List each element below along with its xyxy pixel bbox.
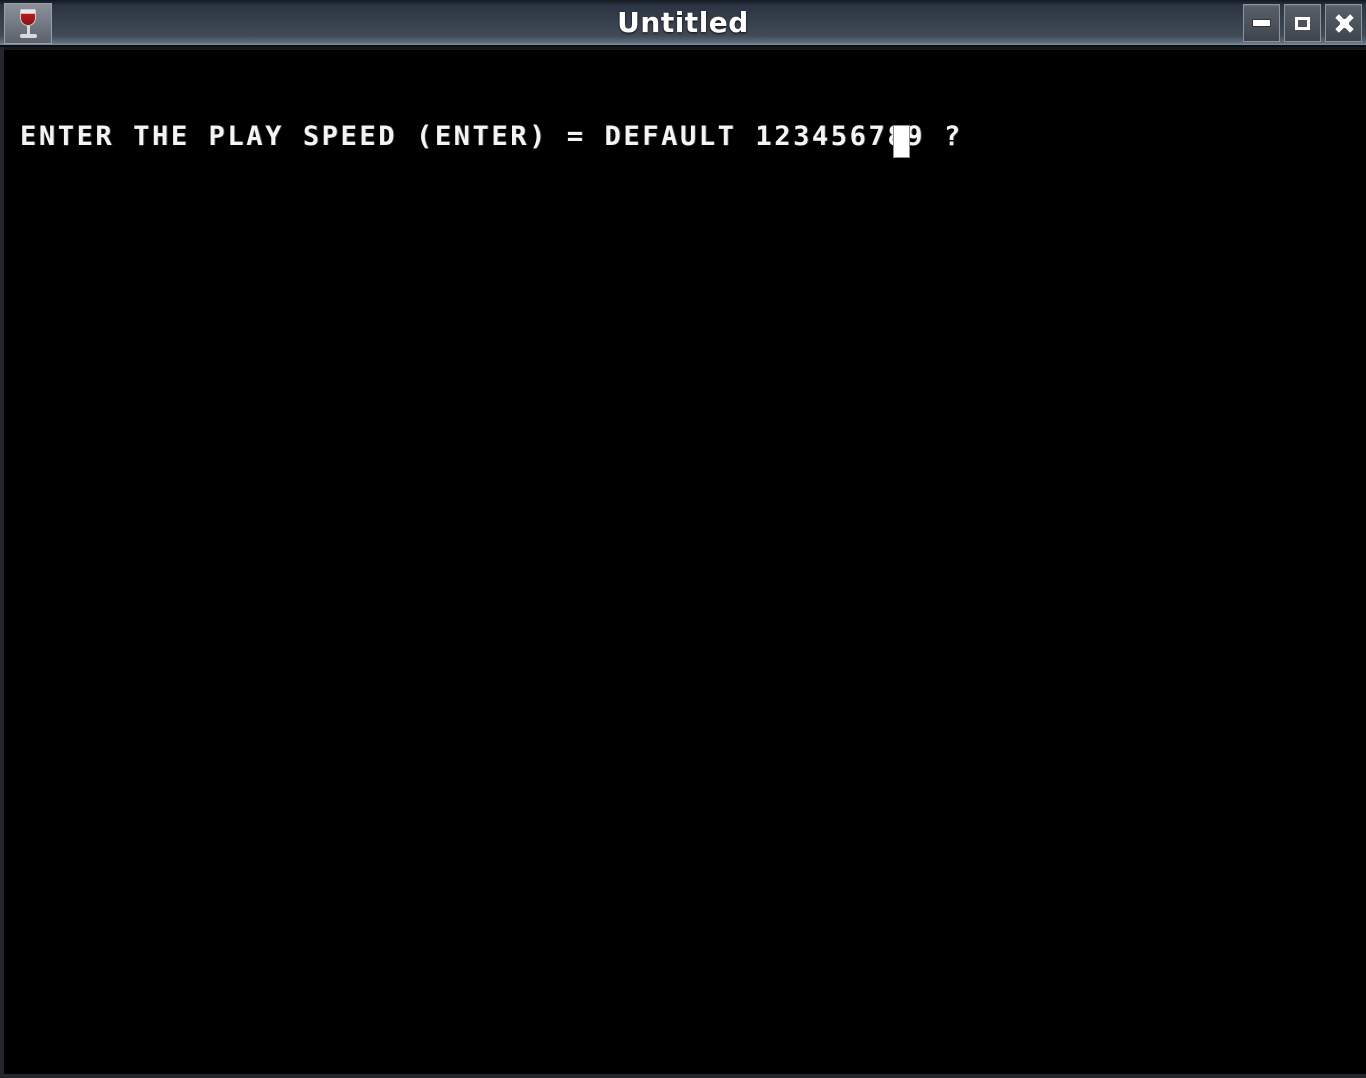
minimize-icon: [1253, 20, 1270, 26]
minimize-button[interactable]: [1243, 4, 1280, 42]
window-controls: [1243, 4, 1362, 42]
close-button[interactable]: [1325, 4, 1362, 42]
console-prompt-line: ENTER THE PLAY SPEED (ENTER) = DEFAULT 1…: [20, 121, 982, 152]
maximize-button[interactable]: [1284, 4, 1321, 42]
console-client-area[interactable]: ENTER THE PLAY SPEED (ENTER) = DEFAULT 1…: [0, 47, 1366, 1078]
wine-glass-icon: [17, 8, 39, 39]
close-icon: [1335, 14, 1353, 32]
window-title: Untitled: [617, 6, 749, 39]
console-screen[interactable]: ENTER THE PLAY SPEED (ENTER) = DEFAULT 1…: [4, 47, 1366, 1074]
app-icon-button[interactable]: [4, 3, 52, 44]
maximize-icon: [1295, 16, 1310, 30]
title-bar[interactable]: Untitled: [0, 0, 1366, 47]
application-window: Untitled ENTER THE PLAY SPEED (ENTER) = …: [0, 0, 1366, 1078]
text-cursor: [893, 125, 910, 158]
